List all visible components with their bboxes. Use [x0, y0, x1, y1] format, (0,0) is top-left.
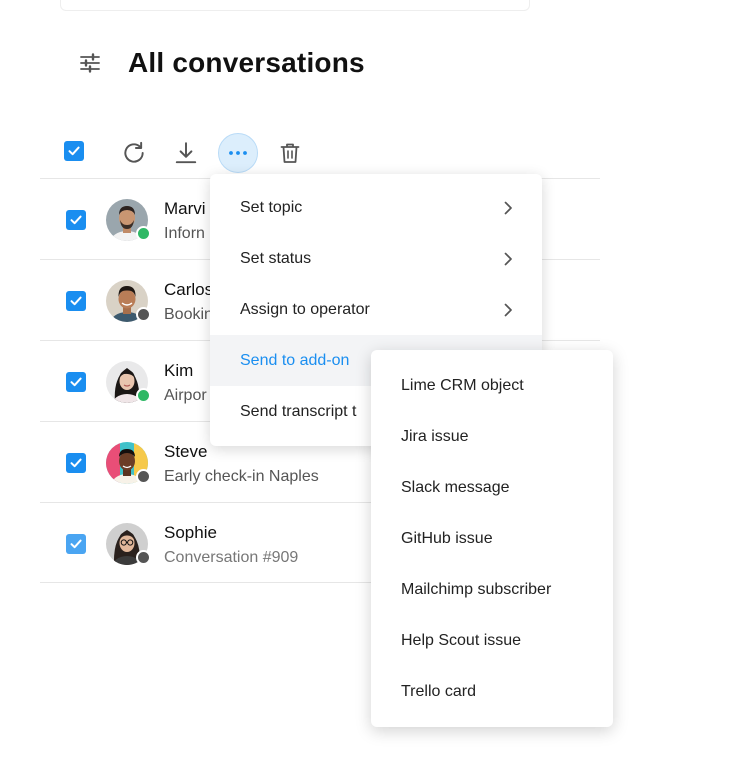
- row-checkbox[interactable]: [66, 210, 86, 230]
- submenu-item-jira[interactable]: Jira issue: [371, 411, 613, 462]
- conversation-subject: Conversation #909: [164, 549, 299, 566]
- contact-name: Carlos: [164, 280, 214, 299]
- refresh-icon: [124, 141, 144, 163]
- submenu-item-github[interactable]: GitHub issue: [371, 513, 613, 564]
- avatar: [106, 523, 151, 565]
- menu-item-assign-operator[interactable]: Assign to operator: [210, 284, 542, 335]
- conversation-subject: Inforn: [164, 225, 205, 242]
- submenu-item-label: GitHub issue: [401, 529, 493, 547]
- submenu-item-label: Slack message: [401, 478, 510, 496]
- submenu-item-trello[interactable]: Trello card: [371, 666, 613, 717]
- offline-status-dot: [136, 307, 151, 322]
- trash-icon: [280, 143, 300, 163]
- more-button[interactable]: [218, 133, 258, 173]
- download-button[interactable]: [166, 133, 206, 173]
- submenu-item-label: Mailchimp subscriber: [401, 580, 552, 598]
- conversation-subject: Early check-in Naples: [164, 468, 319, 485]
- row-checkbox[interactable]: [66, 534, 86, 554]
- refresh-button[interactable]: [114, 133, 154, 173]
- chevron-right-icon: [504, 303, 512, 316]
- menu-item-label: Set status: [240, 249, 312, 267]
- submenu-item-lime-crm[interactable]: Lime CRM object: [371, 360, 613, 411]
- row-checkbox[interactable]: [66, 291, 86, 311]
- avatar: [106, 199, 151, 241]
- sliders-icon[interactable]: [78, 51, 102, 75]
- offline-status-dot: [136, 469, 151, 484]
- row-checkbox[interactable]: [66, 372, 86, 392]
- page-header: All conversations: [78, 42, 365, 84]
- submenu-item-label: Help Scout issue: [401, 631, 522, 649]
- menu-item-set-topic[interactable]: Set topic: [210, 182, 542, 233]
- submenu-item-slack[interactable]: Slack message: [371, 462, 613, 513]
- select-all-checkbox[interactable]: [64, 141, 88, 165]
- menu-item-label: Assign to operator: [240, 300, 370, 318]
- page-title: All conversations: [128, 47, 365, 78]
- contact-name: Steve: [164, 442, 208, 461]
- submenu-item-help-scout[interactable]: Help Scout issue: [371, 615, 613, 666]
- menu-item-label: Set topic: [240, 198, 303, 216]
- contact-name: Kim: [164, 361, 194, 380]
- submenu-item-label: Jira issue: [401, 427, 469, 445]
- chevron-right-icon: [504, 252, 512, 265]
- menu-item-label: Send transcript t: [240, 402, 357, 420]
- checkbox-icon: [64, 141, 84, 161]
- toolbar: [64, 132, 310, 174]
- conversation-subject: Bookin: [164, 306, 213, 323]
- delete-button[interactable]: [270, 133, 310, 173]
- more-icon: [229, 151, 247, 155]
- online-status-dot: [136, 388, 151, 403]
- avatar: [106, 361, 151, 403]
- online-status-dot: [136, 226, 151, 241]
- submenu-item-label: Lime CRM object: [401, 376, 524, 394]
- contact-name: Sophie: [164, 523, 217, 542]
- contact-name: Marvi: [164, 199, 206, 218]
- row-checkbox[interactable]: [66, 453, 86, 473]
- avatar: [106, 280, 151, 322]
- download-icon: [175, 142, 197, 164]
- menu-item-set-status[interactable]: Set status: [210, 233, 542, 284]
- offline-status-dot: [136, 550, 151, 565]
- menu-item-label: Send to add-on: [240, 351, 350, 369]
- submenu-item-label: Trello card: [401, 682, 476, 700]
- top-search-bar-edge: [60, 0, 530, 11]
- conversation-subject: Airpor: [164, 387, 207, 404]
- chevron-right-icon: [504, 201, 512, 214]
- avatar: [106, 442, 151, 484]
- submenu-item-mailchimp[interactable]: Mailchimp subscriber: [371, 564, 613, 615]
- addon-submenu: Lime CRM object Jira issue Slack message…: [371, 350, 613, 727]
